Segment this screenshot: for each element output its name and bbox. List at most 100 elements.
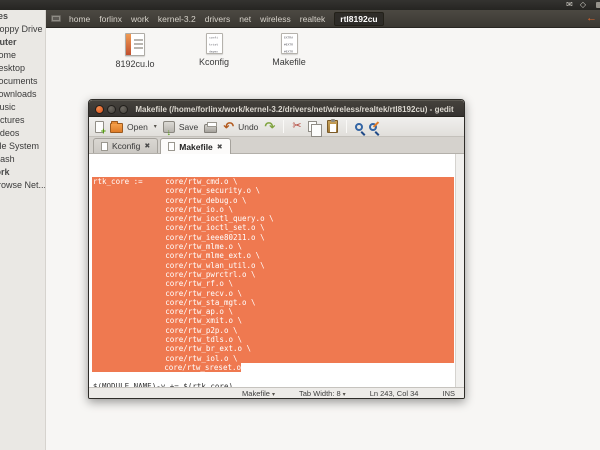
selected-line: core/rtw_ap.o \ [92, 307, 454, 316]
cut-button[interactable]: ✂ [292, 120, 301, 133]
maximize-button[interactable] [119, 105, 128, 114]
selected-line: core/rtw_rf.o \ [92, 279, 454, 288]
selected-line: core/rtw_br_ext.o \ [92, 344, 454, 353]
open-dropdown-arrow-icon[interactable]: ▾ [154, 123, 157, 130]
paste-button[interactable] [327, 120, 338, 133]
code-line: $(MODULE_NAME)-y += $(rtk_core) [92, 382, 454, 387]
undo-icon: ↶ [223, 120, 234, 133]
top-panel: ✉ ◇ [0, 0, 600, 10]
pathbar-scroll-left-icon[interactable]: ← [586, 12, 597, 24]
editor-lines: rtk_core := core/rtw_cmd.o \ core/rtw_se… [92, 177, 454, 387]
language-selector[interactable]: Makefile▾ [242, 389, 275, 398]
breadcrumb-realtek[interactable]: realtek [300, 10, 326, 28]
fm-pathbar: home forlinx work kernel-3.2 drivers net wirel… [46, 10, 600, 28]
selected-line: core/rtw_sreset.o [92, 363, 454, 372]
sidebar-item-documents[interactable]: Documents [0, 75, 45, 88]
file-8192cu-lo[interactable]: 8192cu.lo [99, 33, 171, 69]
open-button[interactable]: Open [110, 121, 148, 133]
code-line [92, 372, 454, 381]
breadcrumb-kernel-3.2[interactable]: kernel-3.2 [158, 10, 196, 28]
mail-icon[interactable]: ✉ [566, 0, 573, 10]
undo-button[interactable]: ↶ Undo [223, 120, 258, 133]
editor-text-area[interactable]: rtk_core := core/rtw_cmd.o \ core/rtw_se… [89, 154, 464, 387]
breadcrumb-wireless[interactable]: wireless [260, 10, 291, 28]
breadcrumb-net[interactable]: net [239, 10, 251, 28]
replace-button[interactable] [369, 123, 377, 131]
selected-line: core/rtw_iol.o \ [92, 354, 454, 363]
breadcrumb-forlinx[interactable]: forlinx [99, 10, 122, 28]
tab-kconfig[interactable]: Kconfig ✖ [93, 138, 158, 153]
fm-sidebar: DevicesFloppy DriveComputerHomeDesktopDo… [0, 10, 46, 450]
sidebar-item-pictures[interactable]: Pictures [0, 114, 45, 127]
panel-edge-icon[interactable] [596, 2, 600, 8]
gedit-titlebar[interactable]: Makefile (/home/forlinx/work/kernel-3.2/… [89, 100, 464, 117]
selected-line: core/rtw_io.o \ [92, 205, 454, 214]
selected-line: core/rtw_mlme_ext.o \ [92, 251, 454, 260]
tab-close-icon[interactable]: ✖ [217, 143, 223, 151]
file-label: Makefile [272, 57, 306, 67]
sidebar-item-browse-net-[interactable]: Browse Net... [0, 179, 45, 192]
file-makefile[interactable]: EXTRA#EXTR#EXTR#EXTR Makefile [253, 33, 325, 67]
selected-line: core/rtw_recv.o \ [92, 289, 454, 298]
document-icon [101, 142, 108, 151]
redo-button[interactable]: ↷ [264, 120, 275, 133]
gedit-window: Makefile (/home/forlinx/work/kernel-3.2/… [88, 99, 465, 399]
sidebar-item-file-system[interactable]: File System [0, 140, 45, 153]
selected-line: core/rtw_p2p.o \ [92, 326, 454, 335]
selected-line: core/rtw_security.o \ [92, 186, 454, 195]
toolbar-separator [283, 120, 284, 133]
selected-line: core/rtw_mlme.o \ [92, 242, 454, 251]
close-button[interactable] [95, 105, 104, 114]
file-label: 8192cu.lo [115, 59, 154, 69]
sidebar-item-trash[interactable]: Trash [0, 153, 45, 166]
selected-line: rtk_core := core/rtw_cmd.o \ [92, 177, 454, 186]
screen: ✉ ◇ DevicesFloppy DriveComputerHomeDeskt… [0, 0, 600, 450]
panel-indicators: ✉ ◇ [566, 0, 586, 10]
file-icon: EXTRA#EXTR#EXTR#EXTR [281, 33, 298, 54]
save-button[interactable]: Save [163, 121, 198, 133]
breadcrumb-drivers[interactable]: drivers [205, 10, 231, 28]
selected-line: core/rtw_tdls.o \ [92, 335, 454, 344]
new-document-button[interactable] [95, 121, 104, 133]
gedit-statusbar: Makefile▾ Tab Width: 8▾ Ln 243, Col 34 I… [89, 387, 464, 399]
selected-line: core/rtw_ioctl_query.o \ [92, 214, 454, 223]
sidebar-item-desktop[interactable]: Desktop [0, 62, 45, 75]
sidebar-item-music[interactable]: Music [0, 101, 45, 114]
breadcrumb-work[interactable]: work [131, 10, 149, 28]
tab-width-selector[interactable]: Tab Width: 8▾ [299, 389, 346, 398]
document-icon [168, 142, 175, 151]
indicator-icon[interactable]: ◇ [580, 0, 586, 10]
save-icon [163, 121, 175, 133]
minimize-button[interactable] [107, 105, 116, 114]
sidebar-item-floppy-drive[interactable]: Floppy Drive [0, 23, 45, 36]
sidebar-header-computer: Computer [0, 36, 45, 49]
computer-icon[interactable] [51, 15, 61, 22]
print-button[interactable] [204, 124, 217, 133]
tab-makefile[interactable]: Makefile ✖ [160, 138, 230, 154]
breadcrumb-home[interactable]: home [69, 10, 90, 28]
breadcrumb-rtl8192cu[interactable]: rtl8192cu [334, 12, 383, 26]
input-mode: INS [442, 389, 455, 398]
sidebar-header-network: Network [0, 166, 45, 179]
copy-button[interactable] [308, 121, 317, 132]
window-title: Makefile (/home/forlinx/work/kernel-3.2/… [131, 101, 458, 118]
selected-line: core/rtw_wlan_util.o \ [92, 261, 454, 270]
selected-line: core/rtw_ioctl_set.o \ [92, 223, 454, 232]
file-icon [125, 33, 145, 56]
file-kconfig[interactable]: confitristdepen---hg Kconfig [178, 33, 250, 67]
file-label: Kconfig [199, 57, 229, 67]
editor-scrollbar[interactable] [455, 154, 464, 387]
tab-close-icon[interactable]: ✖ [144, 142, 150, 150]
breadcrumb: home forlinx work kernel-3.2 drivers net wirel… [69, 10, 384, 28]
selected-line: core/rtw_ieee80211.o \ [92, 233, 454, 242]
open-folder-icon [110, 123, 123, 133]
sidebar-item-videos[interactable]: Videos [0, 127, 45, 140]
sidebar-item-downloads[interactable]: Downloads [0, 88, 45, 101]
find-button[interactable] [355, 123, 363, 131]
file-icon: confitristdepen---hg [206, 33, 223, 54]
sidebar-item-home[interactable]: Home [0, 49, 45, 62]
selected-line: core/rtw_xmit.o \ [92, 316, 454, 325]
selected-line: core/rtw_pwrctrl.o \ [92, 270, 454, 279]
sidebar-header-devices: Devices [0, 10, 45, 23]
gedit-tabbar: Kconfig ✖ Makefile ✖ [89, 137, 464, 154]
